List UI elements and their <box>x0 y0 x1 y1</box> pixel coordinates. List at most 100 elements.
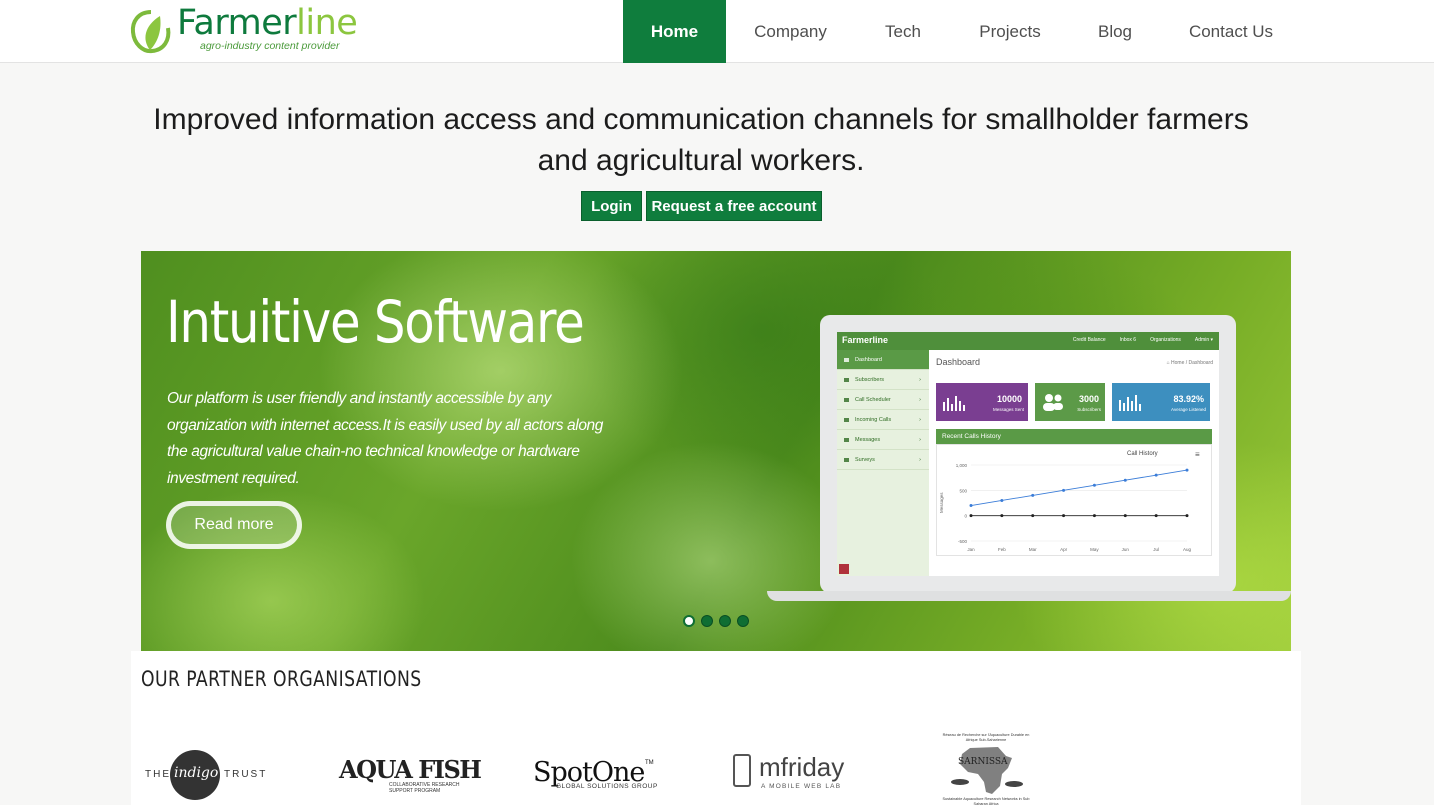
app-sidebar: Dashboard Subscribers › Call Scheduler › I… <box>837 350 929 576</box>
chart-point <box>1092 514 1096 518</box>
app-breadcrumb: ⌂ Home / Dashboard <box>1166 360 1213 366</box>
phone-icon <box>733 754 751 787</box>
partner-indigo-trust-logo[interactable]: THE indigo TRUST <box>145 748 265 802</box>
chart-point <box>1000 498 1004 502</box>
app-topbar: Farmerline Credit Balance Inbox 6 Organi… <box>837 332 1219 350</box>
chart-ytick: -500 <box>958 539 968 544</box>
stat-label: Average Listened <box>1171 407 1206 412</box>
main-nav: Home Company Tech Projects Blog Contact … <box>623 0 1301 63</box>
slide-title: Intuitive Software <box>166 288 585 356</box>
chart-xtick: Apr <box>1060 547 1068 552</box>
app-topbar-info: Credit Balance Inbox 6 Organizations Adm… <box>1073 337 1213 343</box>
farmerline-logo[interactable]: Farmerline agro-industry content provide… <box>130 3 390 56</box>
chart-title: Call History <box>1127 451 1158 457</box>
app-sidebar-item: Surveys › <box>837 450 929 470</box>
collapse-icon <box>839 564 849 574</box>
recent-calls-panel-header: Recent Calls History <box>936 429 1212 444</box>
chart-point <box>1000 514 1004 518</box>
call-history-chart: Call History Messages ≡ 1,000 500 0 -500 Jan Feb… <box>939 450 1200 552</box>
logo-tagline: agro-industry content provider <box>200 40 340 52</box>
stat-average-listened: 83.92% Average Listened <box>1112 383 1210 421</box>
app-brand: Farmerline <box>842 335 889 345</box>
chart-ytick: 500 <box>959 488 967 493</box>
stat-label: Messages Sent <box>992 407 1024 412</box>
chart-point <box>969 514 973 518</box>
chart-point <box>1092 483 1096 487</box>
admin-menu: Admin ▾ <box>1194 337 1213 343</box>
laptop-base <box>767 591 1291 601</box>
dashboard-screenshot: Farmerline Credit Balance Inbox 6 Organi… <box>837 332 1219 576</box>
slider-dot[interactable] <box>701 615 713 627</box>
slide-description: Our platform is user friendly and instan… <box>167 390 603 487</box>
hero-headline: Improved information access and communic… <box>100 99 1302 181</box>
read-more-button[interactable]: Read more <box>166 501 302 549</box>
partners-title: OUR PARTNER ORGANISATIONS <box>141 667 422 691</box>
stat-value: 10000 <box>996 394 1022 404</box>
chart-point <box>1062 514 1066 518</box>
chart-series-line <box>970 469 1188 506</box>
bar-chart-icon <box>1119 395 1141 411</box>
chart-xtick: May <box>1090 547 1099 552</box>
stat-label: Subscribers <box>1077 407 1101 412</box>
nav-projects[interactable]: Projects <box>951 0 1069 63</box>
chart-point <box>1154 473 1158 477</box>
chart-point <box>1185 468 1189 472</box>
africa-map-icon: SARNISSA <box>951 747 1023 794</box>
stat-subscribers: 3000 Subscribers <box>1035 383 1105 421</box>
chart-point <box>1185 514 1189 518</box>
nav-company[interactable]: Company <box>726 0 855 63</box>
laptop-lid: Farmerline Credit Balance Inbox 6 Organi… <box>820 315 1236 593</box>
app-sidebar-item: Subscribers › <box>837 370 929 390</box>
chart-point <box>1123 514 1127 518</box>
chart-xtick: Jun <box>1122 547 1130 552</box>
slider-dot[interactable] <box>719 615 731 627</box>
app-main: Dashboard ⌂ Home / Dashboard 10000 Messa… <box>929 350 1219 576</box>
credit-balance-label: Credit Balance <box>1072 337 1106 343</box>
chart-xtick: Jan <box>967 547 975 552</box>
partner-mfriday-logo[interactable]: mfriday A MOBILE WEB LAB <box>731 752 856 794</box>
slider-dot[interactable] <box>683 615 695 627</box>
slider-dot[interactable] <box>737 615 749 627</box>
users-icon <box>1043 394 1063 411</box>
app-page-title: Dashboard <box>936 357 981 367</box>
partner-spotone-logo[interactable]: SpotOne TM GLOBAL SOLUTIONS GROUP <box>533 757 658 793</box>
svg-text:SARNISSA: SARNISSA <box>958 757 1008 767</box>
chart-point <box>1031 493 1035 497</box>
logo-wordmark: Farmerline <box>177 3 358 43</box>
nav-blog[interactable]: Blog <box>1069 0 1161 63</box>
app-sidebar-item: Call Scheduler › <box>837 390 929 410</box>
partner-aquafish-logo[interactable]: AQUA FISH COLLABORATIVE RESEARCH SUPPORT… <box>339 755 482 795</box>
chart-xtick: Feb <box>998 547 1006 552</box>
slider-dots <box>683 615 749 627</box>
chart-xtick: Mar <box>1029 547 1037 552</box>
hero-line-2: and agricultural workers. <box>537 144 865 177</box>
feature-slider: Intuitive Software Our platform is user … <box>141 251 1291 651</box>
chart-point <box>1154 514 1158 518</box>
chart-ytick: 1,000 <box>956 463 968 468</box>
chart-xtick: Aug <box>1183 547 1192 552</box>
chart-xtick: Jul <box>1153 547 1159 552</box>
chart-menu-icon: ≡ <box>1195 450 1200 459</box>
stat-value: 3000 <box>1078 394 1099 404</box>
partner-sarnissa-logo[interactable]: Réseau de Recherche sur l'Aquaculture Du… <box>940 733 1032 805</box>
app-sidebar-item: Dashboard <box>837 350 929 370</box>
app-sidebar-item: Messages › <box>837 430 929 450</box>
app-sidebar-item: Incoming Calls › <box>837 410 929 430</box>
chart-point <box>1031 514 1035 518</box>
chart-ylabel: Messages <box>939 492 944 513</box>
leaf-icon <box>130 10 171 54</box>
nav-contact-us[interactable]: Contact Us <box>1161 0 1301 63</box>
stat-messages-sent: 10000 Messages Sent <box>936 383 1028 421</box>
nav-home[interactable]: Home <box>623 0 726 63</box>
laptop-mockup: Farmerline Credit Balance Inbox 6 Organi… <box>767 315 1291 605</box>
chart-point <box>969 504 973 508</box>
request-account-button[interactable]: Request a free account <box>646 191 822 221</box>
chart-ytick: 0 <box>964 514 967 519</box>
stat-value: 83.92% <box>1173 394 1204 404</box>
login-button[interactable]: Login <box>581 191 642 221</box>
nav-tech[interactable]: Tech <box>855 0 951 63</box>
organizations-label: Organizations <box>1150 337 1181 343</box>
bar-chart-icon <box>943 396 965 411</box>
chart-point <box>1123 478 1127 482</box>
inbox-label: Inbox 6 <box>1119 337 1137 343</box>
